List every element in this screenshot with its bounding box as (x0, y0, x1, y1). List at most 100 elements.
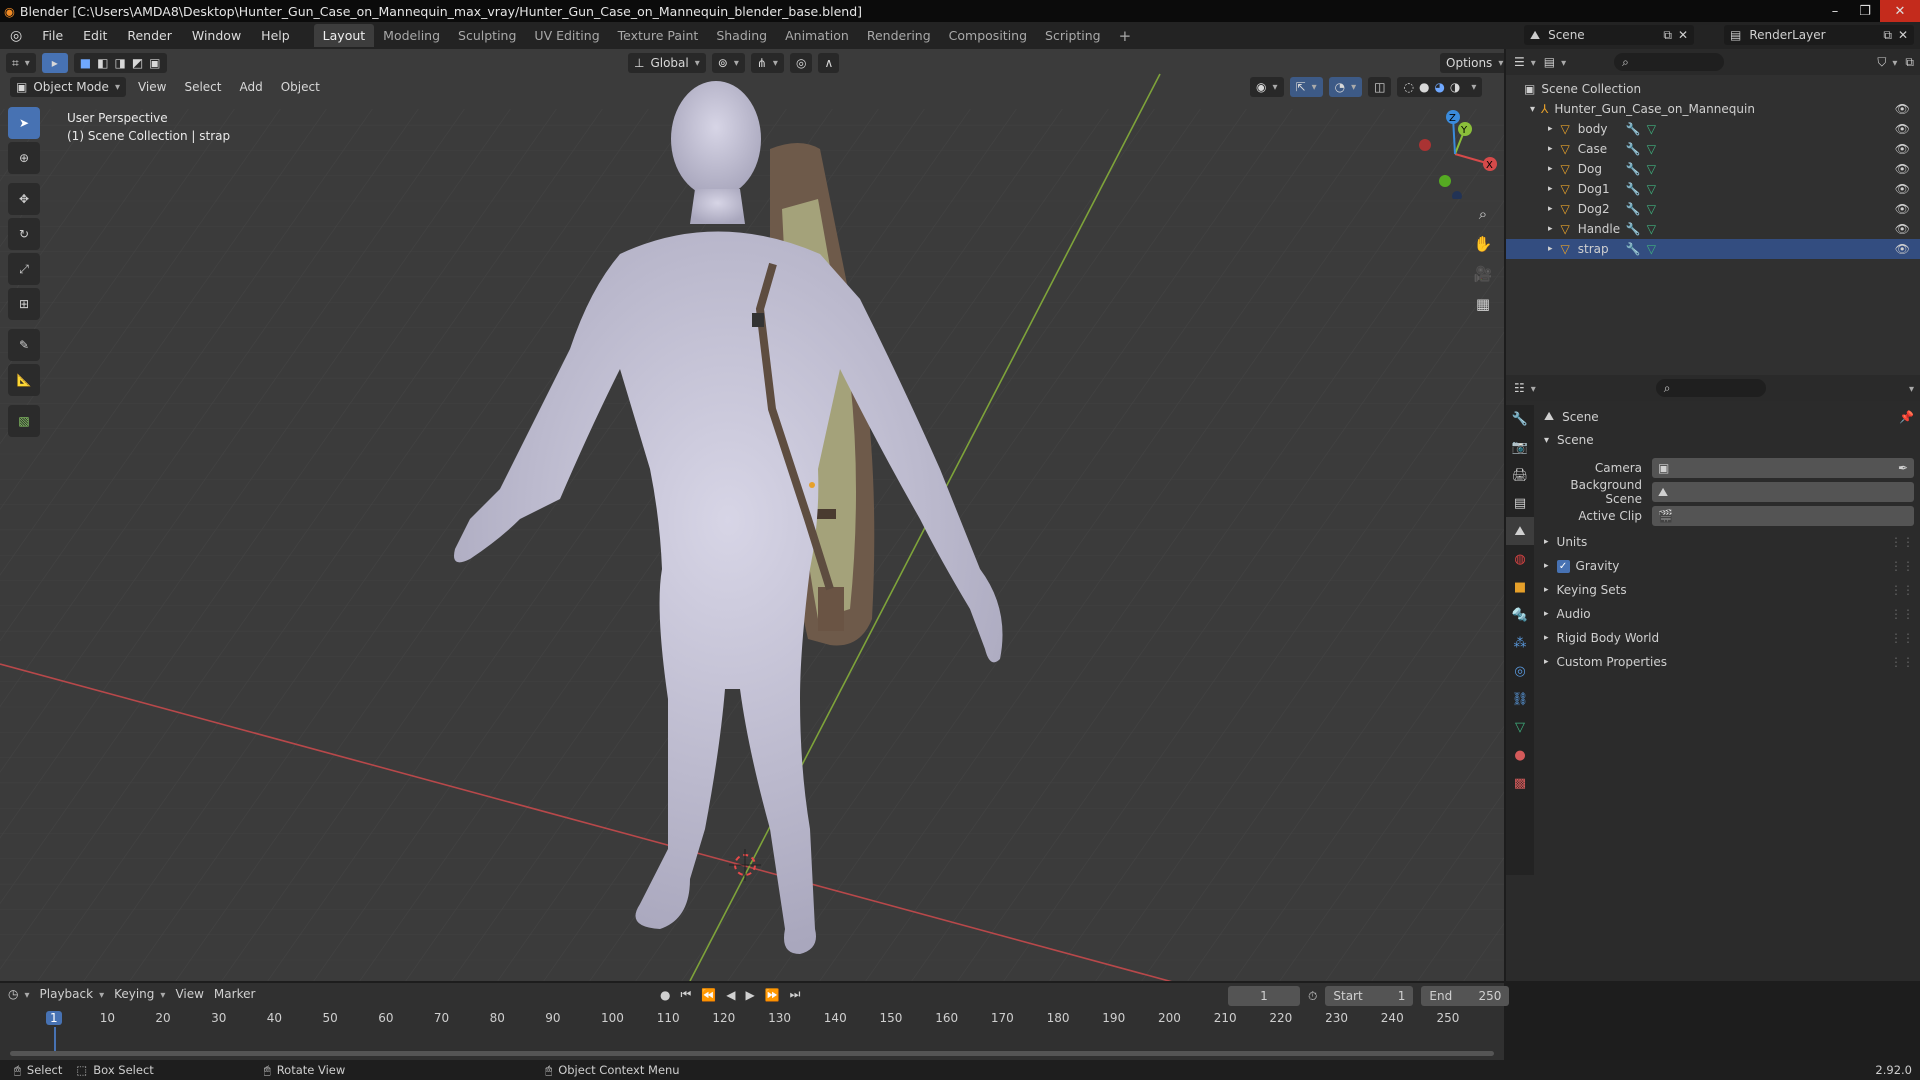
object-tab-icon[interactable]: ■ (1506, 573, 1534, 601)
visibility-eye-icon[interactable]: 👁 (1895, 182, 1910, 196)
falloff-button[interactable]: ∧ (818, 53, 840, 73)
cursor-tool[interactable]: ⊕ (8, 142, 40, 174)
outliner-editor-icon[interactable]: ☰ (1514, 55, 1536, 69)
material-tab-icon[interactable]: ● (1506, 741, 1534, 769)
mesh-data-icon[interactable]: ▽ (1647, 202, 1656, 216)
pivot-point-dropdown[interactable]: ⊚ (711, 53, 745, 73)
modifier-wrench-icon[interactable]: 🔧 (1626, 202, 1641, 216)
timeline-ruler[interactable]: 1 10 20 30 40 50 60 70 80 90 100 110 120 130 140 150 160… (0, 1009, 1504, 1053)
menu-file[interactable]: File (32, 28, 73, 43)
particles-tab-icon[interactable]: ⁂ (1506, 629, 1534, 657)
physics-tab-icon[interactable]: ◎ (1506, 657, 1534, 685)
render-layer-selector[interactable]: ▤ RenderLayer ⧉ ✕ (1724, 25, 1914, 45)
background-scene-field[interactable]: ⛰ (1652, 482, 1914, 502)
menu-help[interactable]: Help (251, 28, 300, 43)
visibility-eye-icon[interactable]: 👁 (1895, 202, 1910, 216)
scale-tool[interactable]: ⤢ (8, 253, 40, 285)
drag-handle-icon[interactable]: ⋮⋮ (1890, 559, 1914, 573)
new-collection-icon[interactable]: ⧉ (1905, 55, 1914, 70)
rotate-tool[interactable]: ↻ (8, 218, 40, 250)
mesh-data-icon[interactable]: ▽ (1647, 142, 1656, 156)
overlay-toggle[interactable]: ◔ (1328, 77, 1363, 97)
mesh-data-icon[interactable]: ▽ (1647, 162, 1656, 176)
mesh-data-icon[interactable]: ▽ (1647, 242, 1656, 256)
visibility-eye-icon[interactable]: 👁 (1895, 122, 1910, 136)
scene-tab-icon[interactable]: ⛰ (1506, 517, 1534, 545)
new-layer-icon[interactable]: ⧉ (1883, 28, 1892, 43)
tool-tab-icon[interactable]: 🔧 (1506, 405, 1534, 433)
drag-handle-icon[interactable]: ⋮⋮ (1890, 607, 1914, 621)
rendered-shading-icon[interactable]: ◑ (1450, 80, 1460, 94)
properties-section-header[interactable]: ▸ Units ⋮⋮ (1544, 531, 1914, 553)
move-tool[interactable]: ✥ (8, 183, 40, 215)
timeline-menu-keying[interactable]: Keying (114, 987, 165, 1001)
shading-mode-buttons[interactable]: ◌ ● ◕ ◑ (1397, 77, 1483, 97)
3d-viewport[interactable]: ⌗ ▸ ■ ◧ ◨ ◩ ▣ ⊥ Global ⊚ ⋔ ◎ ∧ Options ▣ O… (0, 49, 1504, 981)
outliner-object-row[interactable]: ▸ ▽ Dog2 🔧 ▽ 👁 (1506, 199, 1920, 219)
expand-arrow-icon[interactable]: ▸ (1548, 184, 1553, 194)
tab-texture-paint[interactable]: Texture Paint (609, 24, 708, 47)
world-tab-icon[interactable]: ◍ (1506, 545, 1534, 573)
properties-editor-icon[interactable]: ☷ (1514, 381, 1536, 395)
select-extend-icon[interactable]: ◧ (97, 56, 108, 70)
mode-dropdown[interactable]: ▣ Object Mode (10, 77, 126, 97)
menu-render[interactable]: Render (117, 28, 182, 43)
expand-arrow-icon[interactable]: ▸ (1548, 124, 1553, 134)
display-mode-icon[interactable]: ▤ (1544, 55, 1566, 69)
gizmo-toggle[interactable]: ⇱ (1289, 77, 1323, 97)
delete-layer-icon[interactable]: ✕ (1898, 28, 1908, 42)
end-frame-field[interactable]: End 250 (1421, 986, 1510, 1006)
scene-selector[interactable]: ⛰ Scene ⧉ ✕ (1524, 25, 1694, 45)
select-tool-mini-button[interactable]: ▸ (41, 53, 68, 73)
mesh-data-icon[interactable]: ▽ (1647, 122, 1656, 136)
timeline-scrollbar[interactable] (10, 1051, 1494, 1056)
visibility-eye-icon[interactable]: 👁 (1895, 242, 1910, 256)
snap-dropdown[interactable]: ⋔ (750, 53, 784, 73)
outliner-object-row[interactable]: ▸ ▽ Handle 🔧 ▽ 👁 (1506, 219, 1920, 239)
proportional-edit-button[interactable]: ◎ (789, 53, 813, 73)
expand-arrow-icon[interactable]: ▸ (1548, 224, 1553, 234)
transform-orientation-dropdown[interactable]: ⊥ Global (628, 53, 706, 73)
expand-arrow-icon[interactable]: ▸ (1548, 204, 1553, 214)
select-subtract-icon[interactable]: ◨ (114, 56, 125, 70)
measure-tool[interactable]: 📐 (8, 364, 40, 396)
visibility-eye-icon[interactable]: 👁 (1895, 222, 1910, 236)
modifier-wrench-icon[interactable]: 🔧 (1626, 122, 1641, 136)
tab-compositing[interactable]: Compositing (940, 24, 1036, 47)
mesh-data-icon[interactable]: ▽ (1647, 182, 1656, 196)
drag-handle-icon[interactable]: ⋮⋮ (1890, 655, 1914, 669)
viewport-menu-view[interactable]: View (132, 77, 172, 97)
ortho-grid-icon[interactable]: ▦ (1470, 289, 1496, 319)
view-layer-tab-icon[interactable]: ▤ (1506, 489, 1534, 517)
tab-uv-editing[interactable]: UV Editing (525, 24, 608, 47)
tab-shading[interactable]: Shading (707, 24, 776, 47)
mesh-data-icon[interactable]: ▽ (1647, 222, 1656, 236)
timeline-menu-view[interactable]: View (175, 987, 203, 1001)
blender-menu-icon[interactable]: ◎ (0, 28, 32, 44)
viewport-menu-object[interactable]: Object (275, 77, 326, 97)
viewport-menu-add[interactable]: Add (233, 77, 268, 97)
expand-arrow-icon[interactable]: ▸ (1548, 244, 1553, 254)
close-button[interactable]: ✕ (1880, 0, 1920, 22)
start-frame-field[interactable]: Start 1 (1325, 986, 1414, 1006)
viewport-menu-select[interactable]: Select (178, 77, 227, 97)
editor-type-button[interactable]: ⌗ (6, 53, 36, 73)
output-tab-icon[interactable]: 🖨 (1506, 461, 1534, 489)
properties-section-header[interactable]: ▸ Keying Sets ⋮⋮ (1544, 579, 1914, 601)
data-tab-icon[interactable]: ▽ (1506, 713, 1534, 741)
properties-search-input[interactable]: ⌕ (1655, 379, 1766, 397)
pan-hand-icon[interactable]: ✋ (1470, 229, 1496, 259)
annotate-tool[interactable]: ✎ (8, 329, 40, 361)
navigation-gizmo[interactable]: X Y Z (1410, 109, 1500, 199)
visibility-eye-icon[interactable]: 👁 (1895, 142, 1910, 156)
zoom-icon[interactable]: ⌕ (1470, 199, 1496, 229)
new-scene-icon[interactable]: ⧉ (1663, 28, 1672, 43)
prev-key-icon[interactable]: ⏪ (701, 988, 716, 1002)
drag-handle-icon[interactable]: ⋮⋮ (1890, 583, 1914, 597)
timeline-menu-playback[interactable]: Playback (40, 987, 105, 1001)
properties-section-header[interactable]: ▸ Audio ⋮⋮ (1544, 603, 1914, 625)
active-clip-field[interactable]: 🎬 (1652, 506, 1914, 526)
add-workspace-button[interactable]: + (1110, 23, 1141, 49)
play-icon[interactable]: ▶ (745, 988, 754, 1002)
camera-view-icon[interactable]: 🎥 (1470, 259, 1496, 289)
